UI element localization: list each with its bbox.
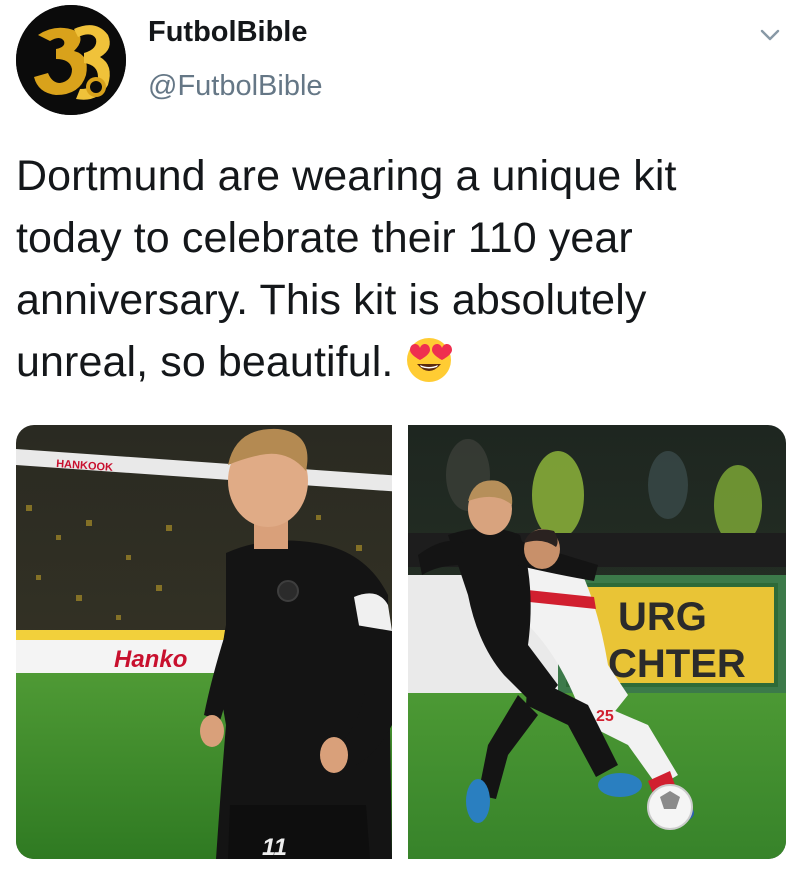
shirt-number: 11 — [262, 834, 287, 859]
tweet-text: Dortmund are wearing a unique kit today … — [16, 145, 786, 393]
author-handle[interactable]: @FutbolBible — [148, 70, 323, 103]
ad-board-text-lower: Hanko — [114, 646, 187, 673]
media-photo-right[interactable]: URG CHTER 25 — [408, 425, 786, 859]
tweet-body: Dortmund are wearing a unique kit today … — [16, 152, 677, 386]
opponent-shirt-number: 25 — [596, 708, 614, 725]
avatar[interactable] — [16, 5, 126, 115]
chevron-down-icon[interactable] — [757, 22, 783, 48]
author-name[interactable]: FutbolBible — [148, 16, 307, 49]
match-action-photo: URG CHTER 25 — [408, 425, 786, 859]
media-photo-left[interactable]: HANKOOK Hanko 11 — [16, 425, 392, 859]
futbolbible-logo-icon — [16, 5, 126, 115]
ad-board-text-right-2: CHTER — [608, 642, 746, 686]
player-photo: HANKOOK Hanko 11 — [16, 425, 392, 859]
heart-eyes-emoji-icon — [403, 332, 455, 384]
ad-board-text-right: URG — [618, 595, 707, 639]
